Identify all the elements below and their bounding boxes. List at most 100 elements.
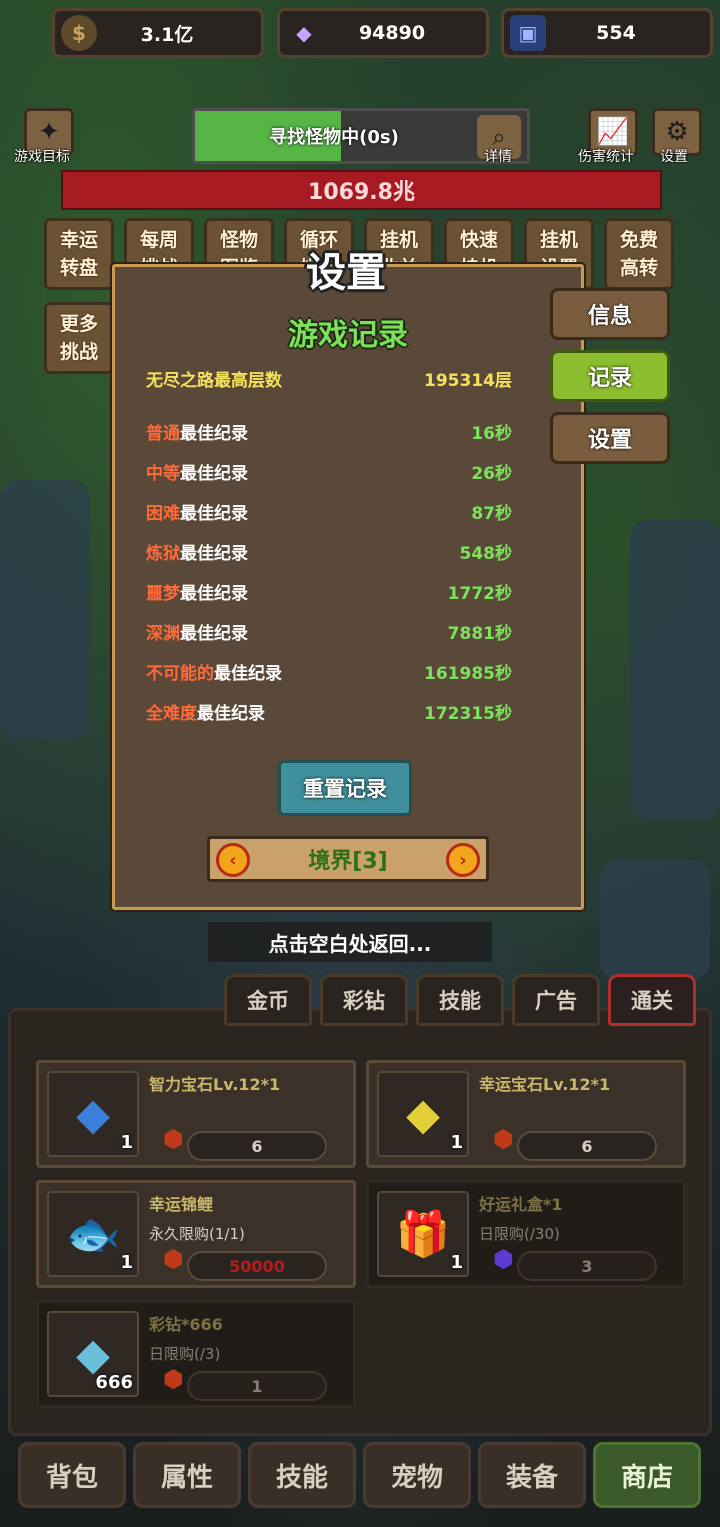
record-value: 7881秒 [447,623,512,644]
record-suffix: 最佳纪录 [180,463,248,484]
nav-bag[interactable]: 背包 [18,1442,126,1508]
record-value: 1772秒 [447,583,512,604]
item-name: 智力宝石Lv.12*1 [149,1075,281,1094]
currency-icon: ⬢ [163,1365,184,1393]
tab-records[interactable]: 记录 [550,350,670,402]
nav-equipment[interactable]: 装备 [478,1442,586,1508]
record-value: 172315秒 [424,703,512,724]
item-price[interactable]: 50000 [187,1251,327,1281]
star-icon: ✦ [38,117,60,147]
record-suffix: 最佳纪录 [180,583,248,604]
shop-tab-diamond[interactable]: 彩钻 [320,974,408,1026]
shop-item[interactable]: ◆ 1 智力宝石Lv.12*1 ⬢ 6 [36,1060,356,1168]
game-goal-label: 游戏目标 [14,149,70,165]
item-qty: 1 [120,1252,133,1273]
background-rock [630,520,720,820]
item-qty: 1 [450,1132,463,1153]
limit-prefix: 日限购( [149,1345,200,1363]
search-status: 寻找怪物中(0s) [269,127,399,148]
item-price[interactable]: 6 [187,1131,327,1161]
tab-settings[interactable]: 设置 [550,412,670,464]
blue-gem-icon: ◆ [76,1088,110,1140]
limit-total: /3) [199,1345,221,1363]
shop-tab-gold[interactable]: 金币 [224,974,312,1026]
close-hint[interactable]: 点击空白处返回... [208,922,492,962]
next-realm-button[interactable]: › [446,843,480,877]
gear-icon: ⚙ [665,117,689,147]
record-suffix: 最佳纪录 [197,703,265,724]
item-price[interactable]: 3 [517,1251,657,1281]
shop-item[interactable]: 🎁 1 好运礼盒*1 日限购(/30) ⬢ 3 [366,1180,686,1288]
nav-attributes[interactable]: 属性 [133,1442,241,1508]
tab-info[interactable]: 信息 [550,288,670,340]
item-name: 好运礼盒*1 [479,1195,563,1214]
record-value: 548秒 [459,543,513,564]
modal-title: 设置 [306,250,386,296]
currency-icon: ⬢ [493,1125,514,1153]
endless-record-row: 无尽之路最高层数 195314层 [146,364,512,392]
record-row: 困难最佳纪录 87秒 [146,497,512,525]
item-icon-box: ◆ 666 [47,1311,139,1397]
item-limit: 日限购(/30) [479,1223,560,1244]
chevron-right-icon: › [459,849,467,871]
shop-item[interactable]: ◆ 1 幸运宝石Lv.12*1 ⬢ 6 [366,1060,686,1168]
monster-search-bar: 寻找怪物中(0s) ⌕ [192,108,530,164]
feature-lucky-wheel[interactable]: 幸运 转盘 [44,218,114,290]
limit-total: /30) [529,1225,560,1243]
item-name: 彩钻*666 [149,1315,223,1334]
realm-label: 境界[3] [308,849,388,874]
shop-tab-ads[interactable]: 广告 [512,974,600,1026]
settings-label: 设置 [660,149,688,165]
record-row: 全难度最佳纪录 172315秒 [146,697,512,725]
shop-tab-skill[interactable]: 技能 [416,974,504,1026]
shop-tab-clear[interactable]: 通关 [608,974,696,1026]
background-rock [0,480,90,740]
record-row: 深渊最佳纪录 7881秒 [146,617,512,645]
item-price[interactable]: 1 [187,1371,327,1401]
record-value: 26秒 [471,463,512,484]
card-icon: ▣ [510,15,546,51]
prev-realm-button[interactable]: ‹ [216,843,250,877]
record-row: 炼狱最佳纪录 548秒 [146,537,512,565]
record-row: 中等最佳纪录 26秒 [146,457,512,485]
endless-value: 195314层 [424,370,512,391]
feature-more-challenges[interactable]: 更多 挑战 [44,302,114,374]
nav-shop[interactable]: 商店 [593,1442,701,1508]
section-title: 游戏记录 [288,318,408,353]
limit-prefix: 日限购( [479,1225,530,1243]
difficulty-name: 不可能的 [146,663,214,684]
record-value: 16秒 [471,423,512,444]
record-suffix: 最佳纪录 [180,423,248,444]
item-limit: 永久限购(1/1) [149,1225,245,1243]
nav-pets[interactable]: 宠物 [363,1442,471,1508]
item-price[interactable]: 6 [517,1131,657,1161]
endless-label: 无尽之路最高层数 [146,370,282,391]
currency-icon: ⬢ [163,1245,184,1273]
item-icon-box: ◆ 1 [377,1071,469,1157]
item-name: 幸运锦鲤 [149,1195,214,1214]
record-row: 噩梦最佳纪录 1772秒 [146,577,512,605]
record-suffix: 最佳纪录 [214,663,282,684]
item-name: 幸运宝石Lv.12*1 [479,1075,611,1094]
chart-icon: 📈 [596,117,630,147]
nav-skills[interactable]: 技能 [248,1442,356,1508]
difficulty-name: 普通 [146,423,180,444]
item-qty: 1 [450,1252,463,1273]
gold-counter: $ 3.1亿 [52,8,264,58]
koi-icon: 🐟 [65,1209,121,1260]
item-limit: 日限购(/3) [149,1343,220,1364]
card-value: 554 [596,22,636,44]
feature-free-rebirth[interactable]: 免费 高转 [604,218,674,290]
realm-selector: ‹ 境界[3] › [207,836,489,882]
chevron-left-icon: ‹ [229,849,237,871]
boss-hp-value: 1069.8兆 [308,180,415,205]
reset-records-button[interactable]: 重置记录 [278,760,412,816]
record-row: 普通最佳纪录 16秒 [146,417,512,445]
item-qty: 1 [120,1132,133,1153]
gift-box-icon: 🎁 [395,1209,451,1260]
shop-item[interactable]: ◆ 666 彩钻*666 日限购(/3) ⬢ 1 [36,1300,356,1408]
crystal-counter: ◆ 94890 [277,8,489,58]
gold-value: 3.1亿 [140,23,194,46]
shop-item[interactable]: 🐟 1 幸运锦鲤 永久限购(1/1) ⬢ 50000 [36,1180,356,1288]
card-counter: ▣ 554 [501,8,713,58]
